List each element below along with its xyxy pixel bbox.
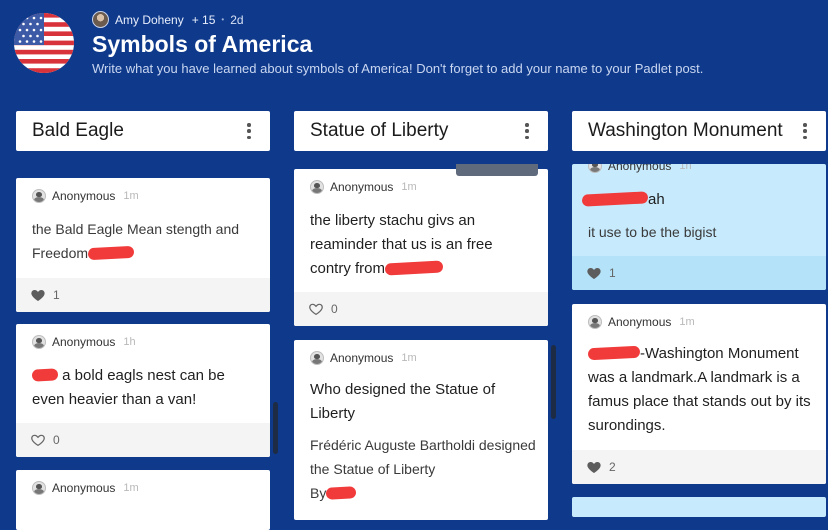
post-author: Anonymous 1m [588, 315, 695, 329]
meta-separator: • [221, 15, 225, 24]
more-vertical-icon[interactable] [244, 122, 254, 140]
post-author: Anonymous 1h [588, 164, 692, 173]
post-time: 1m [123, 482, 139, 494]
redaction-mark [31, 368, 59, 382]
author-name: Anonymous [608, 315, 672, 329]
post-author: Anonymous 1m [32, 481, 139, 495]
post-body: Frédéric Auguste Bartholdi designed the … [310, 433, 536, 505]
post-card[interactable]: Anonymous 1m -Washington Monument was a … [572, 304, 826, 484]
anonymous-avatar-icon [310, 351, 324, 365]
anonymous-avatar-icon [32, 189, 46, 203]
column-scrollbar[interactable] [551, 345, 556, 419]
post-time: 1h [123, 336, 136, 348]
column-header-statue-of-liberty: Statue of Liberty [294, 111, 548, 151]
reaction-bar: 1 [16, 278, 270, 312]
heart-icon[interactable] [30, 432, 46, 448]
reaction-bar: 2 [572, 450, 826, 484]
heart-icon[interactable] [586, 265, 602, 281]
post-text: Frédéric Auguste Bartholdi designed the … [310, 437, 536, 477]
post-body: -Washington Monument was a landmark.A la… [587, 342, 814, 438]
author-name: Anonymous [52, 335, 116, 349]
anonymous-avatar-icon [310, 180, 324, 194]
like-count: 2 [609, 460, 616, 474]
board-description: Write what you have learned about symbol… [92, 61, 704, 76]
column-title: Statue of Liberty [310, 120, 449, 141]
post-body: the Bald Eagle Mean stength and Freedom [32, 217, 258, 265]
post-card[interactable]: Anonymous 1h a bold eagls nest can be ev… [16, 324, 270, 457]
post-card[interactable] [572, 497, 826, 517]
like-count: 1 [609, 266, 616, 280]
reaction-bar: 1 [572, 256, 826, 290]
heart-icon[interactable] [30, 287, 46, 303]
heart-icon[interactable] [308, 301, 324, 317]
author-name: Anonymous [608, 164, 672, 173]
like-count: 0 [53, 433, 60, 447]
post-time: 1m [401, 181, 417, 193]
like-count: 0 [331, 302, 338, 316]
post-body: it use to be the bigist [588, 224, 717, 240]
more-vertical-icon[interactable] [522, 122, 532, 140]
like-count: 1 [53, 288, 60, 302]
post-text: the Bald Eagle Mean stength and Freedom [32, 221, 240, 261]
us-flag-icon [14, 13, 74, 73]
anonymous-avatar-icon [32, 481, 46, 495]
post-card[interactable]: Anonymous 1h ah it use to be the bigist … [572, 164, 826, 290]
post-time: 1m [679, 316, 695, 328]
post-author: Anonymous 1m [310, 180, 417, 194]
author-avatar[interactable] [92, 11, 109, 28]
redaction-mark [587, 345, 641, 361]
post-author: Anonymous 1m [310, 351, 417, 365]
author-name: Anonymous [330, 180, 394, 194]
post-time: 1m [401, 352, 417, 364]
board-title: Symbols of America [92, 31, 313, 57]
column-title: Washington Monument [588, 120, 783, 141]
redaction-mark [581, 191, 649, 207]
redaction-mark [87, 245, 135, 261]
post-body: a bold eagls nest can be even heavier th… [31, 364, 258, 412]
post-author: Anonymous 1m [32, 189, 139, 203]
column-title: Bald Eagle [32, 120, 124, 141]
reaction-bar: 0 [294, 292, 548, 326]
redaction-mark [326, 486, 357, 500]
anonymous-avatar-icon [588, 315, 602, 329]
post-card[interactable]: Anonymous 1m Who designed the Statue of … [294, 340, 548, 520]
post-card[interactable]: Anonymous 1m the liberty stachu givs an … [294, 169, 548, 326]
more-vertical-icon[interactable] [800, 122, 810, 140]
author-name: Anonymous [52, 481, 116, 495]
collaborator-count[interactable]: + 15 [192, 13, 216, 27]
board-meta: Amy Doheny + 15 • 2d [92, 11, 244, 28]
post-card[interactable]: Anonymous 1m the Bald Eagle Mean stength… [16, 178, 270, 312]
column-header-washington-monument: Washington Monument [572, 111, 826, 151]
post-body: the liberty stachu givs an reaminder tha… [310, 209, 536, 281]
drag-handle[interactable] [456, 164, 538, 176]
post-byline: By [310, 485, 327, 501]
post-text: a bold eagls nest can be even heavier th… [32, 367, 225, 408]
post-subject: Who designed the Statue of Liberty [310, 381, 496, 422]
column-scrollbar[interactable] [273, 402, 278, 454]
column-header-bald-eagle: Bald Eagle [16, 111, 270, 151]
post-card[interactable]: Anonymous 1m [16, 470, 270, 530]
board-author[interactable]: Amy Doheny [115, 13, 184, 27]
board-age: 2d [230, 12, 244, 27]
post-author: Anonymous 1h [32, 335, 136, 349]
anonymous-avatar-icon [588, 164, 602, 173]
reaction-bar: 0 [16, 423, 270, 457]
post-time: 1m [123, 190, 139, 202]
author-name: Anonymous [330, 351, 394, 365]
post-time: 1h [679, 164, 692, 172]
heart-icon[interactable] [586, 459, 602, 475]
redaction-mark [384, 260, 444, 276]
post-title: ah [648, 191, 665, 208]
anonymous-avatar-icon [32, 335, 46, 349]
post-subject: ah [581, 188, 814, 212]
author-name: Anonymous [52, 189, 116, 203]
